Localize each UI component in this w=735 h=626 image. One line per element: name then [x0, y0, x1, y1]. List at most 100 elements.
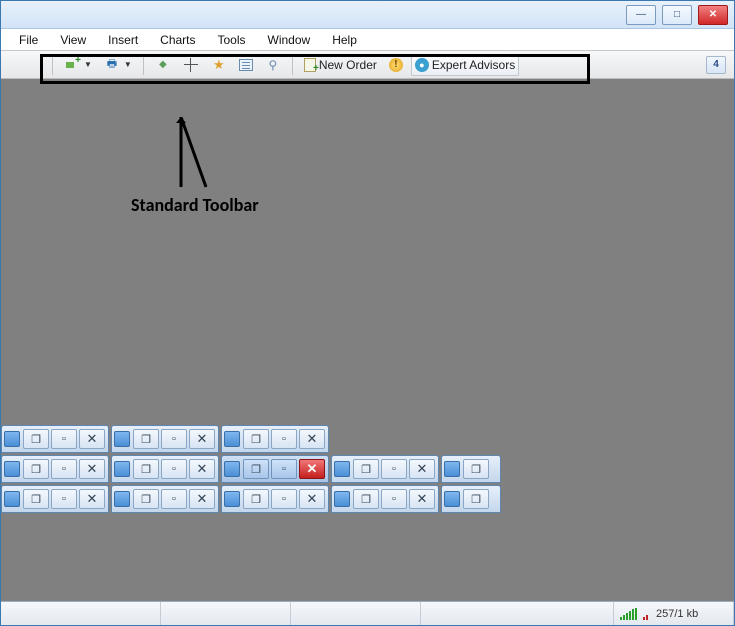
signal-bars-icon: [620, 608, 637, 620]
new-chart-button[interactable]: ▼: [60, 54, 96, 76]
menu-tools[interactable]: Tools: [208, 31, 256, 49]
chart-window-icon: [4, 461, 20, 477]
alert-icon: !: [389, 58, 403, 72]
menubar: File View Insert Charts Tools Window Hel…: [1, 29, 734, 51]
expert-advisors-label: Expert Advisors: [432, 58, 515, 72]
annotation-label: Standard Toolbar: [131, 194, 259, 216]
menu-file[interactable]: File: [9, 31, 48, 49]
child-restore-button[interactable]: ❐: [23, 489, 49, 509]
signal-bars-icon: [643, 608, 648, 620]
child-minimize-button[interactable]: ▫: [271, 429, 297, 449]
child-minimize-button[interactable]: ▫: [381, 459, 407, 479]
toolbar-right-badge[interactable]: 4: [706, 56, 726, 74]
favorites-button[interactable]: ★: [207, 54, 231, 76]
child-close-button[interactable]: ✕: [299, 489, 325, 509]
child-close-button[interactable]: ✕: [409, 489, 435, 509]
child-window[interactable]: ❐ ▫ ✕: [331, 485, 439, 513]
child-window[interactable]: ❐: [441, 455, 501, 483]
child-close-button[interactable]: ✕: [189, 429, 215, 449]
mdi-workspace: Standard Toolbar ❐ ▫ ✕ ❐ ▫ ✕ ❐ ▫ ✕: [1, 79, 734, 601]
child-minimize-button[interactable]: ▫: [161, 429, 187, 449]
child-window[interactable]: ❐: [441, 485, 501, 513]
strategy-tester-button[interactable]: ⚲: [261, 54, 285, 76]
child-restore-button[interactable]: ❐: [133, 459, 159, 479]
statusbar-cell: [161, 602, 291, 625]
child-restore-button[interactable]: ❐: [133, 489, 159, 509]
child-window-row: ❐ ▫ ✕ ❐ ▫ ✕ ❐ ▫ ✕ ❐ ▫ ✕: [1, 485, 503, 513]
minimize-button[interactable]: —: [626, 5, 656, 25]
chart-window-icon: [444, 461, 460, 477]
chart-window-icon: [4, 491, 20, 507]
star-icon: ★: [211, 57, 227, 73]
child-minimize-button[interactable]: ▫: [51, 459, 77, 479]
menu-charts[interactable]: Charts: [150, 31, 205, 49]
child-close-button[interactable]: ✕: [79, 489, 105, 509]
child-close-button[interactable]: ✕: [299, 459, 325, 479]
navigator-button[interactable]: [179, 54, 203, 76]
child-minimize-button[interactable]: ▫: [51, 489, 77, 509]
menu-window[interactable]: Window: [258, 31, 321, 49]
chart-window-icon: [4, 431, 20, 447]
child-close-button[interactable]: ✕: [299, 429, 325, 449]
list-icon: [239, 59, 253, 71]
child-window[interactable]: ❐ ▫ ✕: [1, 485, 109, 513]
child-window[interactable]: ❐ ▫ ✕: [111, 455, 219, 483]
child-window[interactable]: ❐ ▫ ✕: [1, 425, 109, 453]
child-close-button[interactable]: ✕: [79, 429, 105, 449]
auto-trading-button[interactable]: !: [385, 54, 407, 76]
data-window-button[interactable]: [235, 54, 257, 76]
tester-icon: ⚲: [265, 57, 281, 73]
child-window[interactable]: ❐ ▫ ✕: [111, 425, 219, 453]
child-restore-button[interactable]: ❐: [23, 459, 49, 479]
chart-window-icon: [224, 491, 240, 507]
child-restore-button[interactable]: ❐: [463, 489, 489, 509]
child-minimize-button[interactable]: ▫: [161, 489, 187, 509]
child-window[interactable]: ❐ ▫ ✕: [1, 455, 109, 483]
child-window-active[interactable]: ❐ ▫ ✕: [221, 455, 329, 483]
new-chart-icon: [64, 57, 80, 73]
child-window[interactable]: ❐ ▫ ✕: [221, 485, 329, 513]
expert-advisors-icon: ●: [415, 58, 429, 72]
child-restore-button[interactable]: ❐: [353, 489, 379, 509]
statusbar-connection: 257/1 kb: [614, 602, 734, 625]
menu-insert[interactable]: Insert: [98, 31, 148, 49]
market-watch-button[interactable]: [151, 54, 175, 76]
chart-window-icon: [444, 491, 460, 507]
child-minimize-button[interactable]: ▫: [51, 429, 77, 449]
child-window[interactable]: ❐ ▫ ✕: [221, 425, 329, 453]
child-minimize-button[interactable]: ▫: [271, 459, 297, 479]
child-minimize-button[interactable]: ▫: [161, 459, 187, 479]
child-minimize-button[interactable]: ▫: [271, 489, 297, 509]
child-restore-button[interactable]: ❐: [133, 429, 159, 449]
market-watch-icon: [155, 57, 171, 73]
child-close-button[interactable]: ✕: [189, 489, 215, 509]
new-order-button[interactable]: New Order: [300, 54, 381, 76]
toolbar-separator: [52, 55, 53, 75]
maximize-button[interactable]: □: [662, 5, 692, 25]
child-window-row: ❐ ▫ ✕ ❐ ▫ ✕ ❐ ▫ ✕ ❐ ▫ ✕: [1, 455, 503, 483]
toolbar-separator: [143, 55, 144, 75]
child-restore-button[interactable]: ❐: [353, 459, 379, 479]
statusbar-cell: [421, 602, 614, 625]
child-restore-button[interactable]: ❐: [463, 459, 489, 479]
menu-view[interactable]: View: [50, 31, 96, 49]
child-restore-button[interactable]: ❐: [243, 429, 269, 449]
statusbar: 257/1 kb: [1, 601, 734, 625]
child-minimize-button[interactable]: ▫: [381, 489, 407, 509]
child-restore-button[interactable]: ❐: [23, 429, 49, 449]
child-restore-button[interactable]: ❐: [243, 459, 269, 479]
child-close-button[interactable]: ✕: [189, 459, 215, 479]
menu-help[interactable]: Help: [322, 31, 367, 49]
child-restore-button[interactable]: ❐: [243, 489, 269, 509]
child-window[interactable]: ❐ ▫ ✕: [331, 455, 439, 483]
child-close-button[interactable]: ✕: [79, 459, 105, 479]
child-window[interactable]: ❐ ▫ ✕: [111, 485, 219, 513]
expert-advisors-button[interactable]: ● Expert Advisors: [411, 54, 519, 76]
chart-window-icon: [114, 491, 130, 507]
profiles-icon: 🖶: [104, 57, 120, 73]
child-window-row: ❐ ▫ ✕ ❐ ▫ ✕ ❐ ▫ ✕: [1, 425, 331, 453]
close-button[interactable]: ✕: [698, 5, 728, 25]
child-close-button[interactable]: ✕: [409, 459, 435, 479]
dropdown-icon: ▼: [124, 60, 132, 69]
profiles-button[interactable]: 🖶 ▼: [100, 54, 136, 76]
